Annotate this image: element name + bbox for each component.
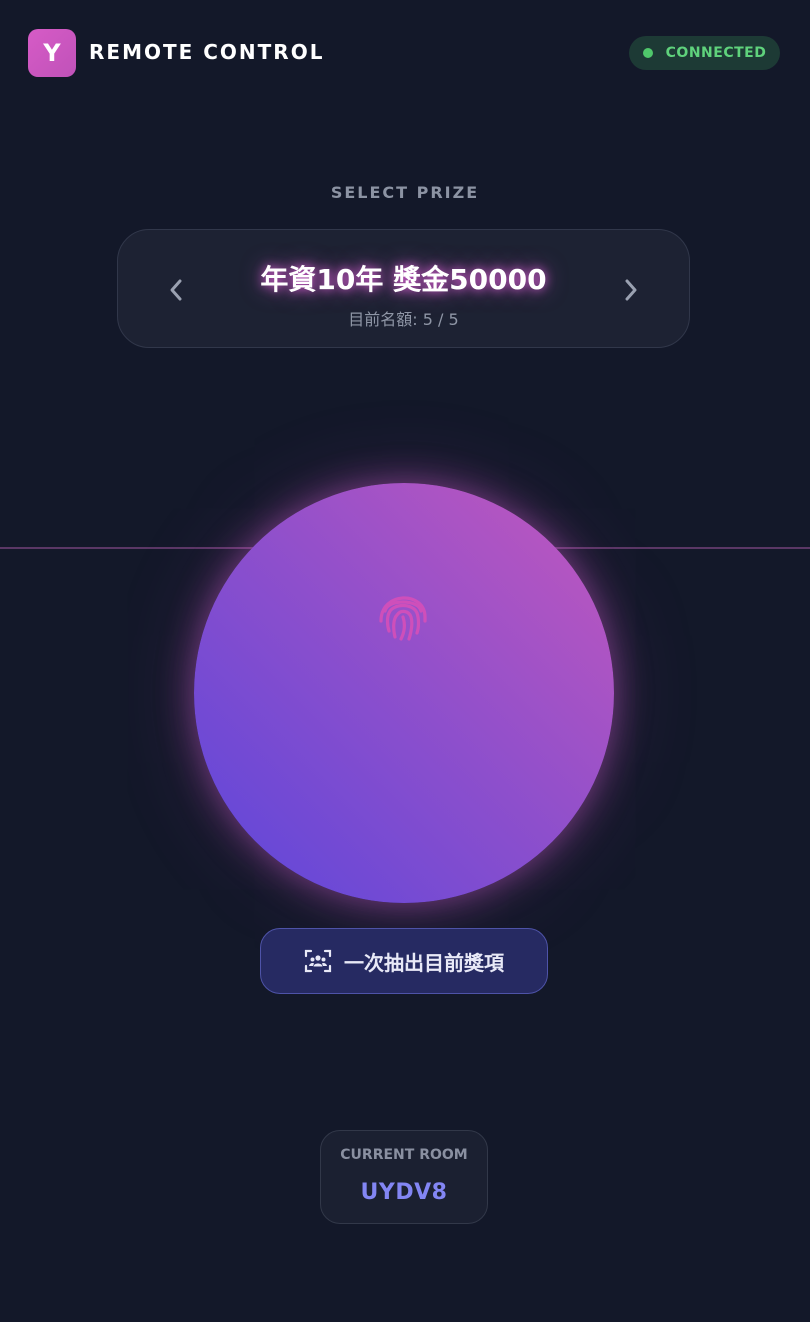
prize-quota: 目前名額: 5 / 5 [348,310,459,329]
prize-selector-card: 年資10年 獎金50000 目前名額: 5 / 5 [117,229,690,348]
app-logo: Y [28,29,76,77]
connection-status-badge: CONNECTED [629,36,780,70]
draw-button[interactable] [194,483,614,903]
current-room-label: CURRENT ROOM [340,1147,468,1163]
draw-all-label: 一次抽出目前獎項 [344,950,504,975]
group-scan-icon [304,949,332,973]
next-prize-button[interactable] [613,272,649,308]
status-label: CONNECTED [665,45,767,61]
remote-control-screen: Y REMOTE CONTROL CONNECTED SELECT PRIZE … [0,0,810,1322]
select-prize-label: SELECT PRIZE [330,183,480,202]
draw-all-current-prize-button[interactable]: 一次抽出目前獎項 [260,928,548,994]
app-title: REMOTE CONTROL [89,40,325,64]
current-room-card: CURRENT ROOM UYDV8 [320,1130,488,1224]
chevron-right-icon [625,279,637,301]
status-dot-icon [642,48,653,58]
room-code: UYDV8 [360,1180,448,1205]
fingerprint-icon [379,596,427,641]
prize-name: 年資10年 獎金50000 [260,263,547,296]
logo-letter: Y [43,39,61,67]
